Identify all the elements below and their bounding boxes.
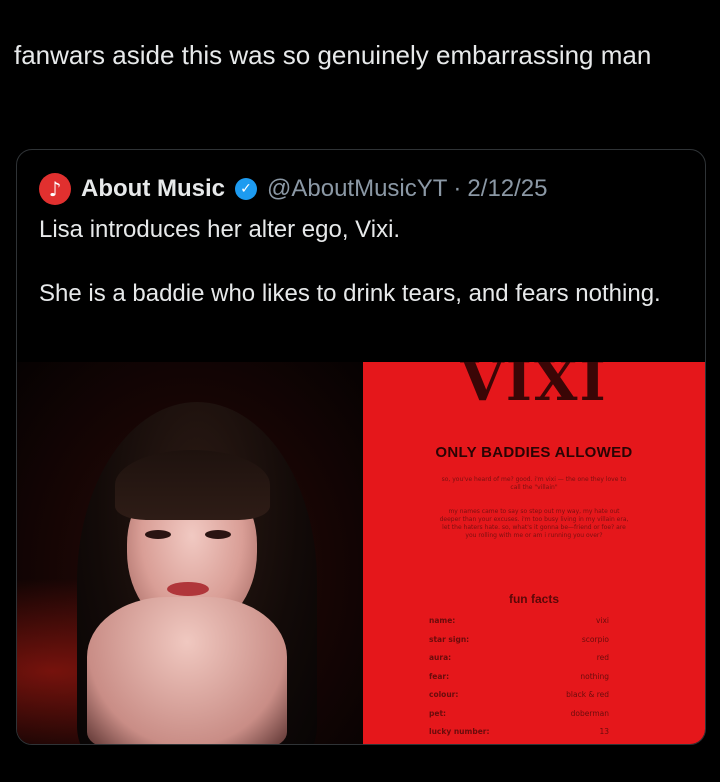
poster-body-text: my names came to say so step out my way,… xyxy=(439,508,629,539)
poster-title: VIXI xyxy=(460,362,608,414)
fun-facts-heading: fun facts xyxy=(508,592,559,606)
fact-row: pet: doberman xyxy=(429,709,609,728)
fact-key: pet: xyxy=(429,708,447,718)
fact-row: aura: red xyxy=(429,653,609,672)
fun-facts-list: name: vixi star sign: scorpio aura: red … xyxy=(429,616,609,744)
fact-row: colour: black & red xyxy=(429,690,609,709)
poster-heading: ONLY BADDIES ALLOWED xyxy=(435,444,633,461)
author-name[interactable]: About Music xyxy=(81,175,225,203)
post-text: fanwars aside this was so genuinely emba… xyxy=(14,40,652,70)
fact-row: name: vixi xyxy=(429,616,609,635)
fact-key: aura: xyxy=(429,653,452,662)
fact-row: fear: nothing xyxy=(429,672,609,691)
hand-shape xyxy=(87,597,287,744)
fact-value: 13 xyxy=(599,727,609,736)
fact-row: lucky number: 13 xyxy=(429,727,609,744)
fact-key: lucky number: xyxy=(429,727,490,736)
quoted-tweet-header: ♪ About Music ✓ @AboutMusicYT · 2/12/25 xyxy=(39,172,548,206)
quoted-tweet-card[interactable]: ♪ About Music ✓ @AboutMusicYT · 2/12/25 … xyxy=(16,149,706,745)
fact-key: fear: xyxy=(429,671,450,681)
bangs-shape xyxy=(115,450,270,520)
fact-value: doberman xyxy=(570,708,609,718)
verified-badge-icon: ✓ xyxy=(235,178,257,200)
right-eye-shape xyxy=(205,530,231,539)
left-eye-shape xyxy=(145,530,171,539)
fact-key: star sign: xyxy=(429,634,470,644)
author-handle[interactable]: @AboutMusicYT xyxy=(267,175,447,203)
fact-key: name: xyxy=(429,616,456,625)
fact-key: colour: xyxy=(429,690,459,699)
poster-image[interactable]: VIXI ONLY BADDIES ALLOWED so, you've hea… xyxy=(363,362,705,744)
fact-row: star sign: scorpio xyxy=(429,635,609,654)
fact-value: scorpio xyxy=(581,634,609,644)
tweet-date[interactable]: 2/12/25 xyxy=(467,175,547,203)
poster-intro-text: so, you've heard of me? good. i'm vixi —… xyxy=(441,476,627,491)
media-grid: VIXI ONLY BADDIES ALLOWED so, you've hea… xyxy=(17,362,705,744)
fact-value: nothing xyxy=(580,671,609,681)
lips-shape xyxy=(167,582,209,596)
photo-portrait[interactable] xyxy=(17,362,363,744)
fact-value: black & red xyxy=(566,690,609,699)
fact-value: red xyxy=(596,653,609,662)
music-note-icon[interactable]: ♪ xyxy=(39,173,71,205)
fact-value: vixi xyxy=(595,616,609,625)
separator-dot: · xyxy=(453,175,462,202)
quoted-tweet-text: Lisa introduces her alter ego, Vixi. She… xyxy=(39,216,661,307)
